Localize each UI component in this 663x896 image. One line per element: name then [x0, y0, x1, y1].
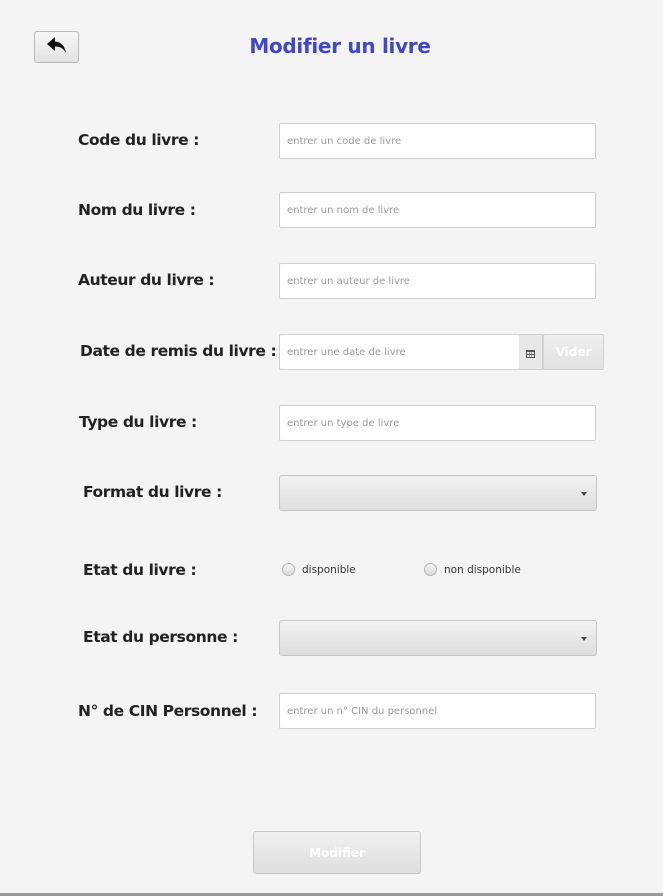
etat-label: Etat du livre : [83, 561, 197, 579]
back-button[interactable] [34, 31, 79, 63]
auteur-label: Auteur du livre : [78, 271, 215, 289]
radio-non-disponible-label: non disponible [444, 563, 521, 576]
nom-input[interactable] [279, 192, 596, 228]
radio-disponible-label: disponible [302, 563, 356, 576]
etat-personne-label: Etat du personne : [83, 628, 238, 646]
format-label: Format du livre : [83, 483, 222, 501]
type-input[interactable] [279, 405, 596, 441]
date-label: Date de remis du livre : [80, 342, 277, 360]
radio-circle[interactable] [282, 563, 295, 576]
cin-input[interactable] [279, 693, 596, 729]
date-input[interactable] [279, 334, 520, 370]
format-select[interactable] [279, 475, 597, 511]
radio-disponible[interactable]: disponible [282, 563, 356, 576]
nom-label: Nom du livre : [78, 201, 196, 219]
clear-date-button[interactable]: Vider [543, 334, 604, 370]
radio-non-disponible[interactable]: non disponible [424, 563, 521, 576]
chevron-down-icon [581, 637, 587, 641]
chevron-down-icon [581, 492, 587, 496]
page-title: Modifier un livre [249, 34, 431, 58]
cin-label: N° de CIN Personnel : [78, 702, 258, 720]
etat-personne-select[interactable] [279, 620, 597, 656]
type-label: Type du livre : [79, 413, 197, 431]
auteur-input[interactable] [279, 263, 596, 299]
modifier-button[interactable]: Modifier [253, 831, 421, 874]
calendar-icon [526, 343, 535, 362]
date-picker-button[interactable] [519, 334, 543, 370]
undo-arrow-icon [46, 35, 68, 59]
code-label: Code du livre : [78, 131, 200, 149]
radio-circle[interactable] [424, 563, 437, 576]
code-input[interactable] [279, 123, 596, 159]
